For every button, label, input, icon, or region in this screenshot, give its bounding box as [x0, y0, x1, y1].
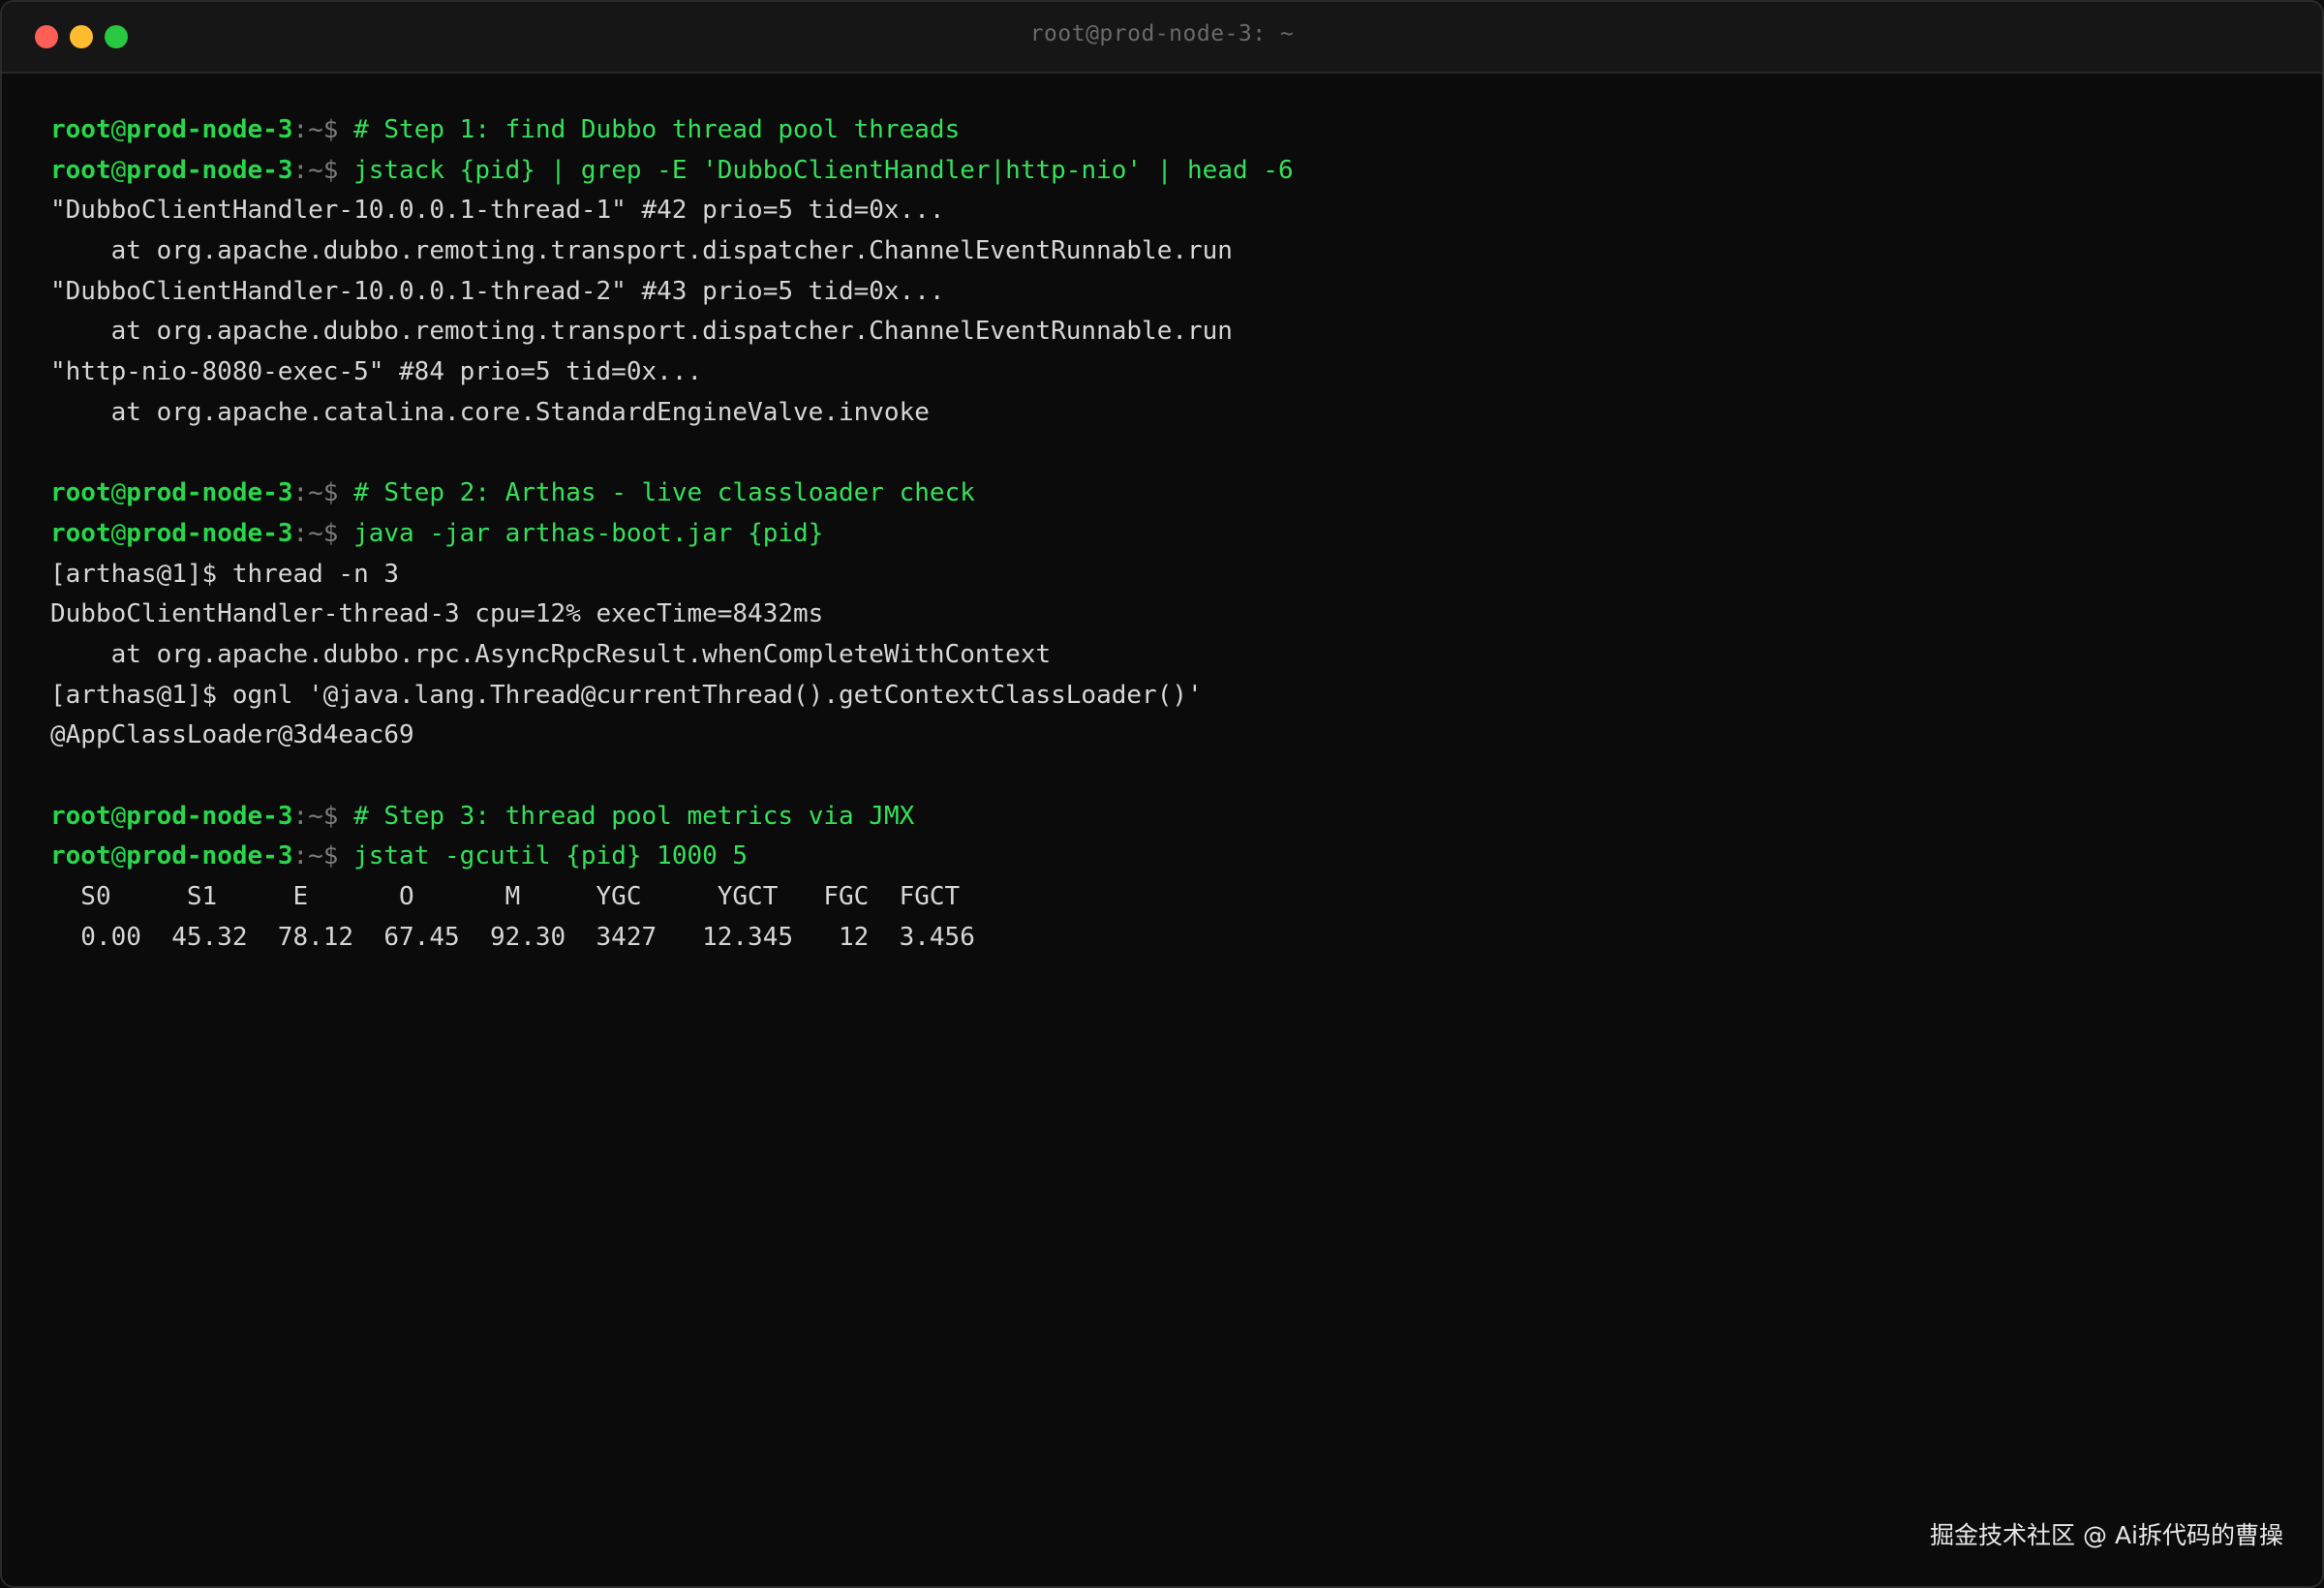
prompt-line: root@prod-node-3:~$ # Step 3: thread poo… [50, 797, 2283, 838]
prompt-user: root [50, 518, 111, 548]
command-text: # Step 3: thread pool metrics via JMX [353, 801, 915, 831]
command-text: jstat -gcutil {pid} 1000 5 [353, 841, 749, 871]
output-line: S0 S1 E O M YGC YGCT FGC FGCT [50, 882, 961, 912]
prompt-host: prod-node-3 [126, 841, 293, 871]
prompt-host: prod-node-3 [126, 518, 293, 548]
command-text: # Step 1: find Dubbo thread pool threads [353, 115, 961, 144]
prompt-path: :~$ [292, 478, 354, 508]
prompt-user: root [50, 115, 111, 144]
prompt-path: :~$ [292, 801, 354, 831]
window-title: root@prod-node-3: ~ [1029, 21, 1295, 46]
terminal-window: root@prod-node-3: ~ root@prod-node-3:~$ … [0, 0, 2324, 1588]
prompt-at: @ [110, 115, 127, 144]
prompt-user: root [50, 841, 111, 871]
prompt-user: root [50, 478, 111, 508]
prompt-line: root@prod-node-3:~$ jstack {pid} | grep … [50, 151, 2283, 192]
output-line: at org.apache.dubbo.rpc.AsyncRpcResult.w… [50, 639, 1052, 669]
output-line: DubboClientHandler-thread-3 cpu=12% exec… [50, 599, 824, 629]
title-bar[interactable]: root@prod-node-3: ~ [2, 2, 2322, 74]
prompt-path: :~$ [292, 518, 354, 548]
output-line: @AppClassLoader@3d4eac69 [50, 720, 414, 750]
prompt-line: root@prod-node-3:~$ # Step 1: find Dubbo… [50, 110, 2283, 151]
prompt-at: @ [110, 155, 127, 185]
prompt-at: @ [110, 801, 127, 831]
prompt-line: root@prod-node-3:~$ java -jar arthas-boo… [50, 514, 2283, 555]
prompt-path: :~$ [292, 115, 354, 144]
output-line: "DubboClientHandler-10.0.0.1-thread-1" #… [50, 196, 945, 226]
watermark: 掘金技术社区 @ Ai拆代码的曹操 [1930, 1521, 2283, 1549]
prompt-at: @ [110, 518, 127, 548]
output-line: 0.00 45.32 78.12 67.45 92.30 3427 12.345… [50, 922, 975, 952]
prompt-user: root [50, 801, 111, 831]
prompt-host: prod-node-3 [126, 115, 293, 144]
prompt-path: :~$ [292, 841, 354, 871]
prompt-host: prod-node-3 [126, 801, 293, 831]
prompt-user: root [50, 155, 111, 185]
command-text: java -jar arthas-boot.jar {pid} [353, 518, 824, 548]
prompt-host: prod-node-3 [126, 155, 293, 185]
prompt-at: @ [110, 841, 127, 871]
output-line: "http-nio-8080-exec-5" #84 prio=5 tid=0x… [50, 357, 703, 387]
prompt-path: :~$ [292, 155, 354, 185]
prompt-line: root@prod-node-3:~$ # Step 2: Arthas - l… [50, 473, 2283, 514]
prompt-line: root@prod-node-3:~$ jstat -gcutil {pid} … [50, 837, 2283, 877]
terminal-output[interactable]: root@prod-node-3:~$ # Step 1: find Dubbo… [50, 110, 2283, 958]
command-text: jstack {pid} | grep -E 'DubboClientHandl… [353, 155, 1294, 185]
output-line: "DubboClientHandler-10.0.0.1-thread-2" #… [50, 276, 945, 306]
output-line: at org.apache.catalina.core.StandardEngi… [50, 397, 930, 427]
output-line: [arthas@1]$ ognl '@java.lang.Thread@curr… [50, 680, 1203, 710]
output-line: [arthas@1]$ thread -n 3 [50, 559, 400, 589]
output-line: at org.apache.dubbo.remoting.transport.d… [50, 236, 1233, 266]
command-text: # Step 2: Arthas - live classloader chec… [353, 478, 975, 508]
prompt-host: prod-node-3 [126, 478, 293, 508]
prompt-at: @ [110, 478, 127, 508]
output-line: at org.apache.dubbo.remoting.transport.d… [50, 317, 1233, 347]
